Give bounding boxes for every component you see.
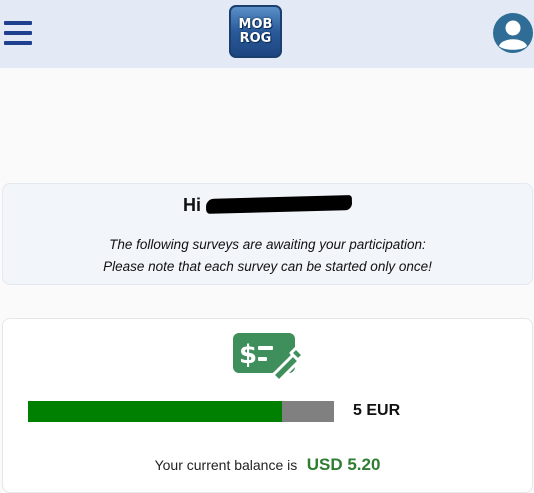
balance-card: $ 5 EUR Your current balance is USD 5.20	[2, 318, 533, 493]
payout-target: 5 EUR	[353, 402, 401, 419]
money-check-edit-icon: $	[233, 331, 307, 383]
greeting-title: Hi	[3, 195, 532, 216]
hamburger-menu-icon[interactable]	[4, 21, 32, 45]
redacted-username	[205, 195, 353, 214]
greeting-card: Hi The following surveys are awaiting yo…	[2, 183, 533, 285]
logo-text-line1: MOB	[238, 16, 273, 32]
greeting-hi: Hi	[183, 195, 201, 215]
logo-text-line2: ROG	[239, 30, 272, 46]
top-header: MOB ROG	[0, 0, 534, 68]
user-avatar-icon[interactable]	[493, 13, 533, 53]
balance-progress-fill	[28, 401, 282, 422]
mobrog-logo[interactable]: MOB ROG	[229, 5, 282, 58]
balance-label: Your current balance is	[154, 457, 298, 473]
greeting-line-2: Please note that each survey can be star…	[103, 259, 432, 274]
balance-value: USD 5.20	[306, 455, 381, 474]
greeting-line-1: The following surveys are awaiting your …	[109, 237, 426, 252]
svg-text:$: $	[239, 340, 257, 370]
balance-row: Your current balance is USD 5.20	[3, 455, 532, 475]
balance-progress-bar	[28, 401, 334, 422]
